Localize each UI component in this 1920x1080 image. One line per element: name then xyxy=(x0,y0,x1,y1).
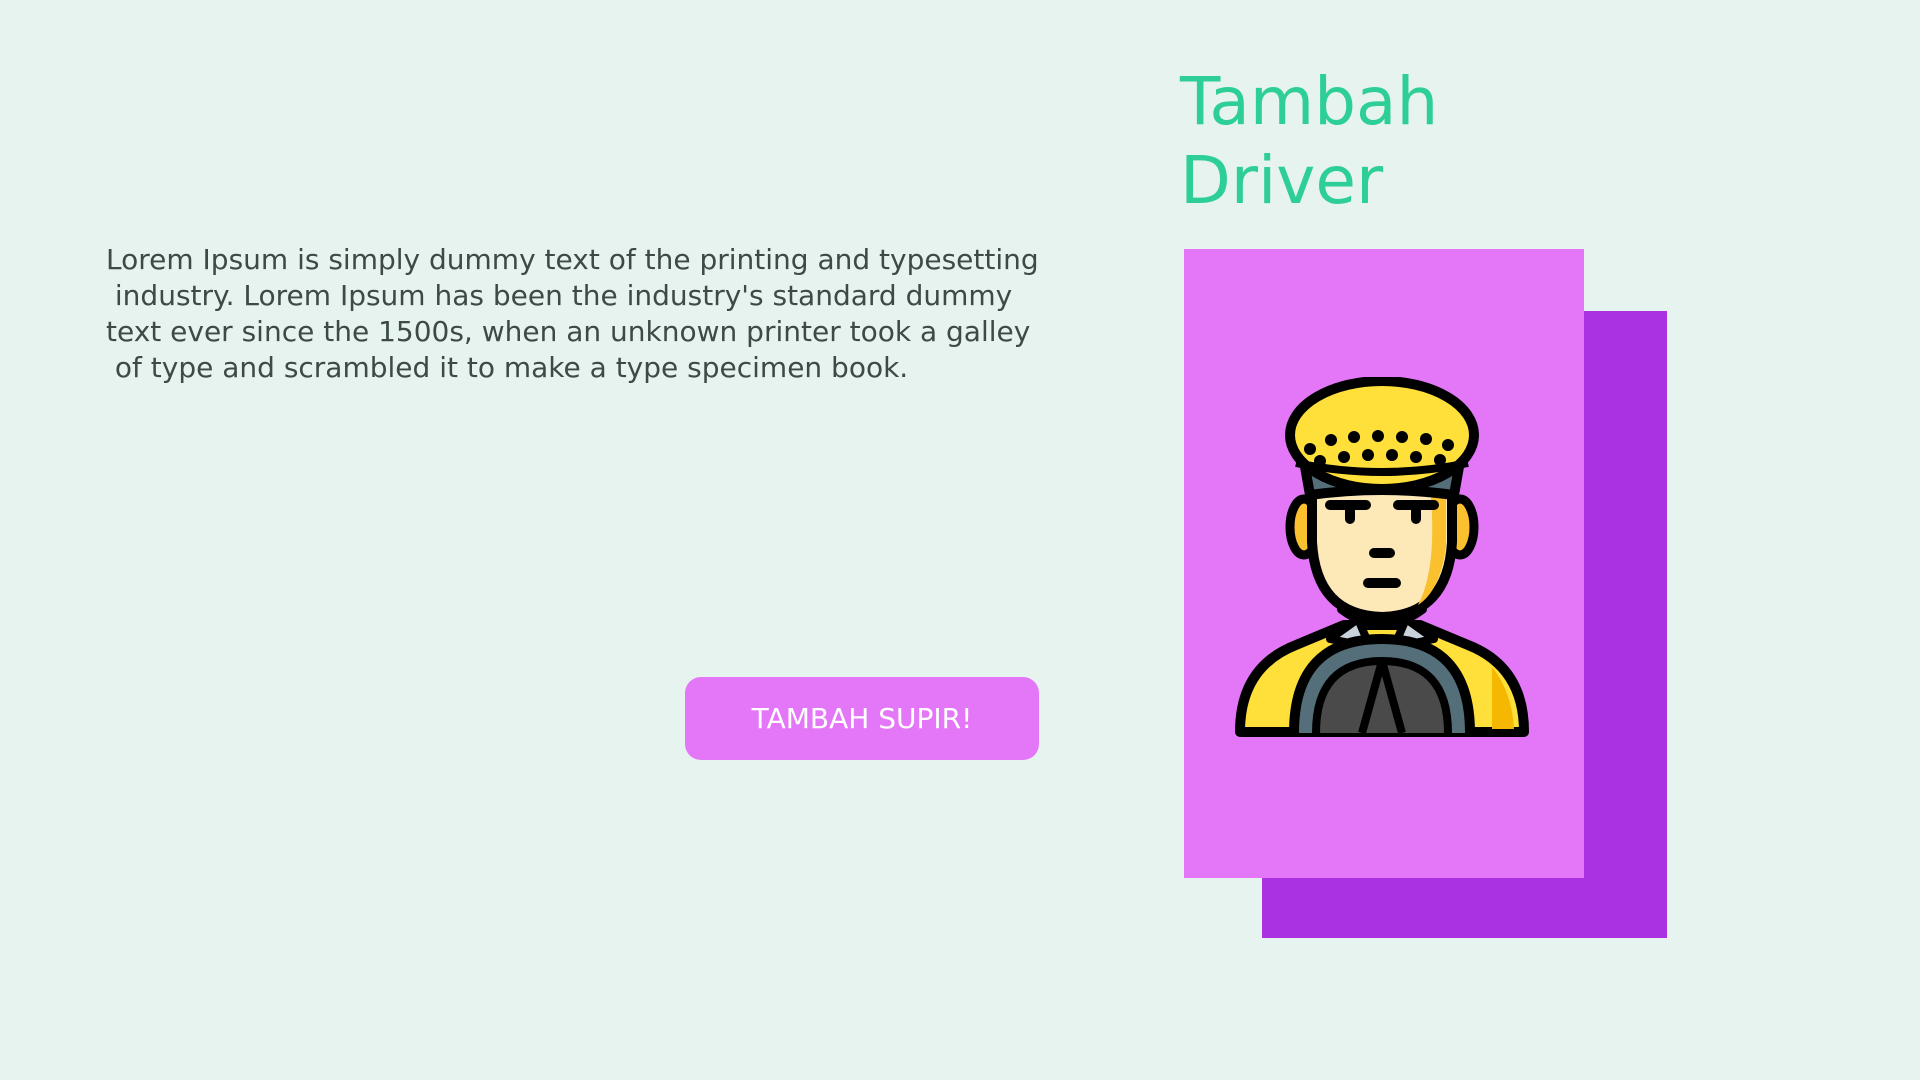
add-driver-page: Tambah Driver Lorem Ipsum is simply dummy… xyxy=(0,0,1920,1080)
description-line: of type and scrambled it to make a type … xyxy=(106,351,909,384)
page-title-line2: Driver xyxy=(1180,142,1384,219)
description-line: industry. Lorem Ipsum has been the indus… xyxy=(106,279,1013,312)
description-text: Lorem Ipsum is simply dummy text of the … xyxy=(106,242,1066,386)
taxi-driver-icon xyxy=(1235,377,1529,737)
illustration-card xyxy=(1184,249,1584,878)
description-line: Lorem Ipsum is simply dummy text of the … xyxy=(106,243,1039,276)
add-driver-button[interactable]: TAMBAH SUPIR! xyxy=(685,677,1039,760)
page-title: Tambah Driver xyxy=(1180,62,1580,220)
page-title-line1: Tambah xyxy=(1180,63,1439,140)
description-line: text ever since the 1500s, when an unkno… xyxy=(106,315,1031,348)
